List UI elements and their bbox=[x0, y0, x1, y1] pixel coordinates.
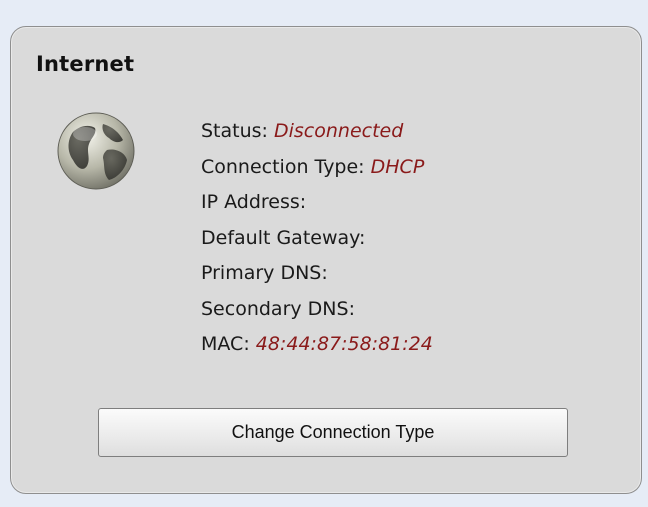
change-connection-type-button[interactable]: Change Connection Type bbox=[98, 408, 568, 457]
status-value: Disconnected bbox=[274, 120, 404, 142]
secondary-dns-row: Secondary DNS: bbox=[201, 292, 433, 328]
default-gateway-row: Default Gateway: bbox=[201, 221, 433, 257]
mac-label: MAC: bbox=[201, 333, 250, 355]
primary-dns-label: Primary DNS: bbox=[201, 262, 328, 284]
default-gateway-label: Default Gateway: bbox=[201, 226, 366, 249]
ip-address-label: IP Address: bbox=[201, 191, 307, 213]
primary-dns-row: Primary DNS: bbox=[201, 256, 433, 292]
secondary-dns-label: Secondary DNS: bbox=[201, 297, 355, 320]
mac-value: 48:44:87:58:81:24 bbox=[255, 333, 433, 355]
status-label: Status: bbox=[201, 120, 268, 142]
ip-address-row: IP Address: bbox=[201, 185, 433, 221]
globe-icon bbox=[53, 108, 139, 194]
panel-title: Internet bbox=[36, 52, 135, 76]
connection-type-row: Connection Type: DHCP bbox=[201, 150, 433, 186]
status-row: Status: Disconnected bbox=[201, 114, 433, 150]
connection-type-value: DHCP bbox=[370, 155, 425, 178]
connection-details: Status: Disconnected Connection Type: DH… bbox=[201, 114, 433, 363]
mac-row: MAC: 48:44:87:58:81:24 bbox=[201, 327, 433, 363]
connection-type-label: Connection Type: bbox=[201, 155, 365, 178]
